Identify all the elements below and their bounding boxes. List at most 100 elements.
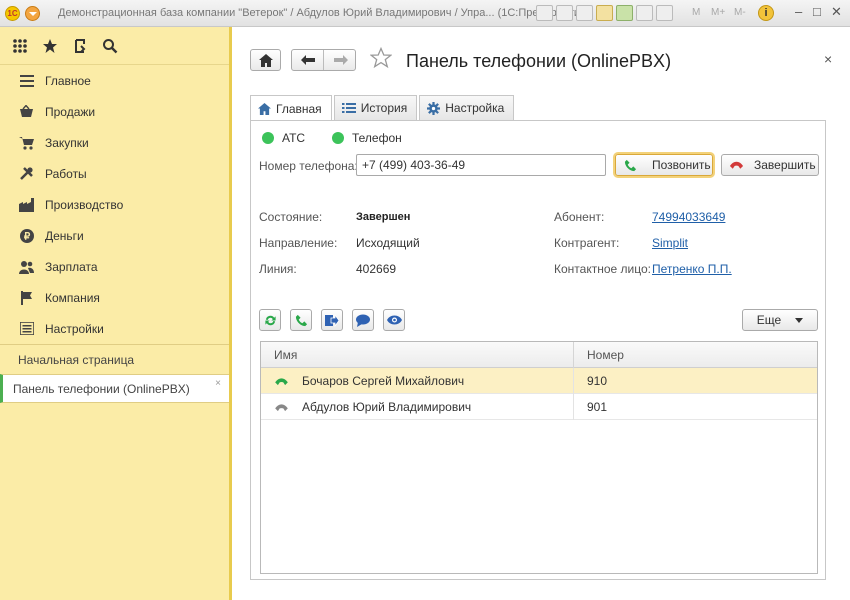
table-row[interactable]: Бочаров Сергей Михайлович 910 bbox=[261, 368, 817, 394]
cart-icon bbox=[19, 135, 34, 150]
view-button[interactable] bbox=[383, 309, 405, 331]
save-icon[interactable] bbox=[536, 5, 553, 21]
table-header: Имя Номер bbox=[261, 342, 817, 368]
star-icon[interactable] bbox=[42, 38, 58, 54]
message-button[interactable] bbox=[352, 309, 374, 331]
ats-status-dot bbox=[262, 132, 274, 144]
link-icon[interactable] bbox=[616, 5, 633, 21]
line-label: Линия: bbox=[259, 262, 297, 276]
window-titlebar: 1С Демонстрационная база компании "Ветер… bbox=[0, 0, 850, 27]
sidebar-item-sales[interactable]: Продажи bbox=[0, 96, 229, 127]
sidebar-item-label: Настройки bbox=[45, 321, 104, 336]
info-icon[interactable]: i bbox=[758, 5, 774, 21]
maximize-button[interactable]: □ bbox=[813, 4, 821, 19]
phone-hangup-icon bbox=[729, 161, 744, 169]
sidebar-item-settings[interactable]: Настройки bbox=[0, 313, 229, 344]
form-area: Панель телефонии (OnlinePBX) × Главная И… bbox=[235, 27, 850, 600]
hangup-button[interactable]: Завершить bbox=[721, 154, 819, 176]
more-button[interactable]: Еще bbox=[742, 309, 818, 331]
transfer-icon bbox=[325, 313, 339, 327]
operator-name: Абдулов Юрий Владимирович bbox=[302, 400, 472, 414]
sidebar: Главное Продажи Закупки Работы Производс… bbox=[0, 27, 232, 600]
minimize-button[interactable]: – bbox=[795, 4, 802, 19]
tab-settings[interactable]: Настройка bbox=[419, 95, 515, 120]
search-icon[interactable] bbox=[102, 38, 118, 54]
tab-label: Настройка bbox=[445, 101, 505, 115]
column-header-name[interactable]: Имя bbox=[261, 342, 574, 368]
call-contact-button[interactable] bbox=[290, 309, 312, 331]
history-icon[interactable] bbox=[72, 38, 88, 54]
sidebar-toolbar bbox=[0, 27, 229, 65]
subscriber-link[interactable]: 74994033649 bbox=[652, 210, 725, 224]
back-button[interactable] bbox=[292, 50, 324, 70]
sidebar-item-money[interactable]: ₽ Деньги bbox=[0, 220, 229, 251]
sidebar-item-label: Закупки bbox=[45, 135, 89, 150]
subscriber-label: Абонент: bbox=[554, 210, 605, 224]
operators-table: Имя Номер Бочаров Сергей Михайлович 910 … bbox=[260, 341, 818, 574]
sidebar-item-purchases[interactable]: Закупки bbox=[0, 127, 229, 158]
close-form-button[interactable]: × bbox=[824, 51, 832, 67]
tab-history[interactable]: История bbox=[333, 95, 418, 120]
counterparty-label: Контрагент: bbox=[554, 236, 620, 250]
phone-call-icon bbox=[624, 159, 637, 171]
sidebar-item-production[interactable]: Производство bbox=[0, 189, 229, 220]
arrow-left-icon bbox=[301, 55, 315, 65]
print-icon[interactable] bbox=[556, 5, 573, 21]
call-button[interactable]: Позвонить bbox=[615, 154, 713, 176]
close-window-button[interactable]: ✕ bbox=[831, 4, 842, 20]
tab-bar: Главная История Настройка bbox=[250, 95, 515, 121]
sidebar-nav: Главное Продажи Закупки Работы Производс… bbox=[0, 65, 229, 344]
hangup-button-label: Завершить bbox=[754, 158, 816, 172]
operator-name: Бочаров Сергей Михайлович bbox=[302, 374, 465, 388]
tab-label: История bbox=[360, 101, 408, 115]
gear-icon bbox=[427, 101, 441, 115]
phone-status-label: Телефон bbox=[352, 131, 402, 145]
calculator-icon[interactable] bbox=[636, 5, 653, 21]
column-header-number[interactable]: Номер bbox=[574, 342, 624, 368]
arrow-right-icon bbox=[334, 55, 348, 65]
home-icon bbox=[258, 102, 271, 115]
preview-icon[interactable] bbox=[576, 5, 593, 21]
handset-icon bbox=[273, 377, 290, 386]
transfer-button[interactable] bbox=[321, 309, 343, 331]
memory-button-mplus[interactable]: M+ bbox=[711, 7, 725, 18]
handset-icon bbox=[273, 403, 290, 412]
phone-status-dot bbox=[332, 132, 344, 144]
close-open-window-icon[interactable]: × bbox=[215, 378, 221, 389]
memory-button-mminus[interactable]: M- bbox=[734, 7, 746, 18]
open-window-start-page[interactable]: Начальная страница bbox=[0, 345, 229, 374]
state-value: Завершен bbox=[356, 211, 411, 223]
favorite-icon[interactable] bbox=[596, 5, 613, 21]
memory-button-m[interactable]: M bbox=[692, 7, 700, 18]
open-window-label: Панель телефонии (OnlinePBX) bbox=[13, 381, 190, 396]
sidebar-item-works[interactable]: Работы bbox=[0, 158, 229, 189]
forward-button[interactable] bbox=[325, 50, 356, 70]
home-button[interactable] bbox=[250, 49, 281, 71]
contact-link[interactable]: Петренко П.П. bbox=[652, 262, 732, 276]
sidebar-item-main[interactable]: Главное bbox=[0, 65, 229, 96]
sidebar-item-company[interactable]: Компания bbox=[0, 282, 229, 313]
history-nav-group bbox=[291, 49, 356, 71]
sidebar-item-salary[interactable]: Зарплата bbox=[0, 251, 229, 282]
sidebar-item-label: Производство bbox=[45, 197, 124, 212]
home-icon bbox=[259, 54, 273, 67]
open-window-label: Начальная страница bbox=[18, 352, 135, 367]
call-button-label: Позвонить bbox=[652, 158, 711, 172]
basket-icon bbox=[19, 104, 34, 119]
people-icon bbox=[19, 259, 34, 274]
main-menu-button[interactable] bbox=[25, 6, 40, 21]
apps-grid-icon[interactable] bbox=[12, 38, 28, 54]
phone-icon bbox=[295, 314, 307, 326]
state-label: Состояние: bbox=[259, 210, 323, 224]
sidebar-item-label: Работы bbox=[45, 166, 87, 181]
refresh-button[interactable] bbox=[259, 309, 281, 331]
counterparty-link[interactable]: Simplit bbox=[652, 236, 688, 250]
table-row[interactable]: Абдулов Юрий Владимирович 901 bbox=[261, 394, 817, 420]
sidebar-item-label: Зарплата bbox=[45, 259, 98, 274]
eye-icon bbox=[386, 315, 402, 325]
open-window-telephony-panel[interactable]: Панель телефонии (OnlinePBX) × bbox=[0, 374, 229, 403]
calendar-icon[interactable] bbox=[656, 5, 673, 21]
favorite-star-icon[interactable] bbox=[369, 46, 393, 72]
tab-main[interactable]: Главная bbox=[250, 95, 332, 121]
phone-number-input[interactable] bbox=[356, 154, 606, 176]
